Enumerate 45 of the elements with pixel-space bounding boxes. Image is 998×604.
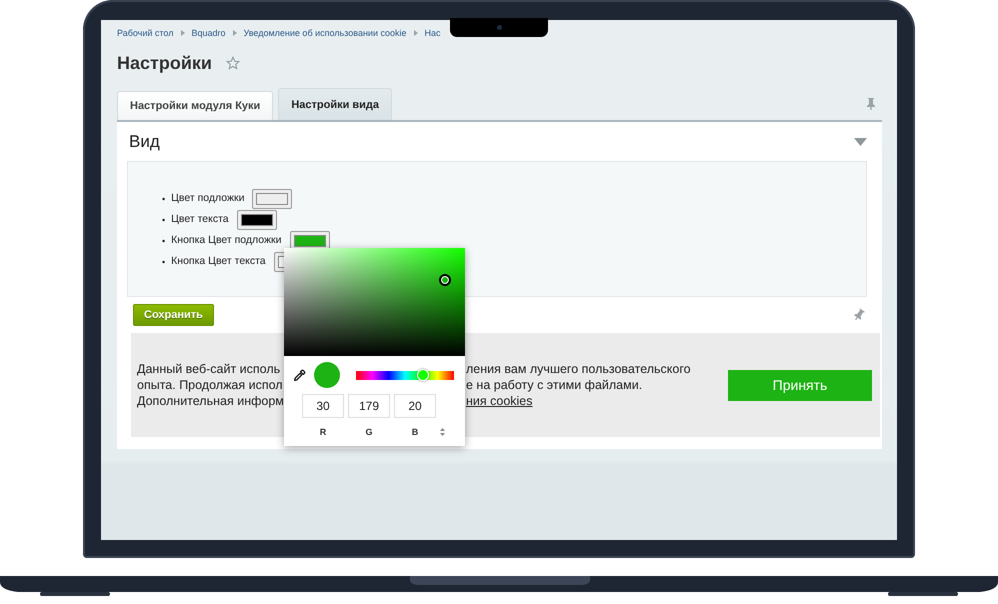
saturation-area[interactable]	[284, 248, 465, 356]
star-icon[interactable]	[226, 56, 240, 70]
bullet: •	[162, 236, 166, 246]
hue-slider[interactable]	[356, 370, 454, 380]
breadcrumb-link[interactable]: Нас	[424, 28, 441, 38]
page-title: Настройки	[117, 52, 212, 74]
breadcrumb-link[interactable]: Уведомление об использовании cookie	[244, 28, 407, 38]
breadcrumb-link[interactable]: Рабочий стол	[117, 28, 174, 38]
channel-label: R	[318, 427, 328, 437]
bullet: •	[162, 194, 166, 204]
bullet: •	[162, 256, 166, 266]
hue-thumb[interactable]	[416, 368, 429, 380]
banner-text: Дополнительная информ	[137, 393, 284, 409]
eyedropper-icon[interactable]	[293, 368, 306, 382]
channel-label: B	[410, 427, 420, 437]
color-swatch[interactable]	[290, 230, 330, 250]
banner-text: е на работу с этими файлами.	[466, 377, 644, 393]
cookie-policy-link[interactable]: ния cookies	[466, 393, 728, 409]
field-label: Цвет подложки	[171, 191, 244, 206]
chevron-icon	[232, 30, 237, 36]
section-title: Вид	[129, 132, 160, 152]
field-label: Кнопка Цвет подложки	[171, 233, 282, 248]
channel-input[interactable]: 20	[394, 394, 436, 418]
pin-icon[interactable]	[851, 307, 867, 323]
color-swatch[interactable]	[252, 188, 292, 208]
channel-label: G	[364, 427, 374, 437]
pin-icon[interactable]	[866, 98, 876, 110]
banner-text: ления вам лучшего пользовательского	[466, 361, 692, 377]
color-swatch[interactable]	[236, 210, 277, 230]
caret-icon[interactable]	[854, 138, 867, 146]
toggle-icon[interactable]	[440, 428, 445, 436]
bullet: •	[162, 214, 166, 224]
breadcrumb-link[interactable]: Bquadro	[192, 28, 226, 38]
channel-input[interactable]: 179	[348, 394, 390, 418]
channel-input[interactable]: 30	[302, 394, 344, 418]
field-label: Кнопка Цвет текста	[171, 254, 266, 269]
field-label: Цвет текста	[171, 212, 229, 227]
banner-text: опыта. Продолжая испол	[137, 377, 284, 393]
chevron-icon	[180, 30, 184, 36]
banner-text: Данный веб-сайт исполь	[137, 361, 282, 377]
color-handle[interactable]	[438, 274, 451, 286]
tab[interactable]: Настройки модуля Куки	[117, 91, 274, 120]
tab[interactable]: Настройки вида	[278, 88, 392, 120]
camera-icon	[496, 25, 502, 30]
chevron-icon	[414, 30, 418, 36]
